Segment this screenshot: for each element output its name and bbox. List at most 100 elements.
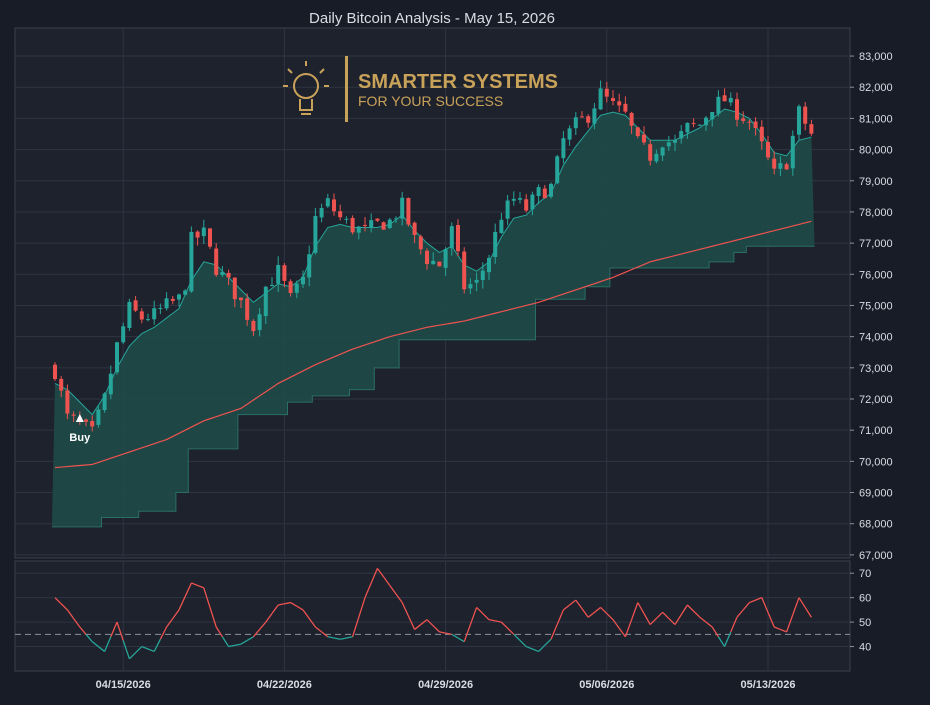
- x-tick-label: 04/22/2026: [257, 679, 312, 691]
- candle-body: [598, 88, 603, 110]
- candle-body: [468, 284, 473, 289]
- candle-body: [803, 106, 808, 124]
- y-tick-label: 81,000: [859, 113, 893, 125]
- candle-body: [604, 88, 609, 97]
- candle-body: [65, 390, 70, 414]
- candle-body: [400, 197, 405, 219]
- y-tick-label: 75,000: [859, 300, 893, 312]
- y-tick-label: 72,000: [859, 394, 893, 406]
- chart-title: Daily Bitcoin Analysis - May 15, 2026: [309, 10, 555, 27]
- x-tick-label: 04/29/2026: [418, 679, 473, 691]
- candle-body: [325, 198, 330, 207]
- candle-body: [381, 222, 386, 230]
- candle-body: [766, 142, 770, 158]
- candle-body: [493, 231, 498, 258]
- y-tick-label: 74,000: [859, 332, 893, 344]
- candle-body: [710, 112, 715, 120]
- candle-body: [437, 261, 442, 267]
- candle-body: [133, 300, 138, 311]
- candle-body: [679, 131, 684, 139]
- candle-body: [635, 127, 640, 136]
- candle-body: [530, 194, 535, 210]
- candle-body: [319, 208, 324, 218]
- candle-body: [474, 279, 479, 283]
- candle-body: [480, 270, 485, 280]
- candle-body: [580, 116, 584, 118]
- candle-body: [90, 421, 95, 427]
- candle-body: [294, 283, 299, 293]
- candle-body: [394, 218, 398, 220]
- candle-body: [313, 216, 318, 253]
- candle-body: [778, 163, 783, 169]
- candle-body: [139, 311, 144, 320]
- candle-body: [59, 378, 64, 391]
- candle-body: [487, 257, 491, 273]
- candle-body: [549, 183, 553, 197]
- candle-body: [623, 103, 628, 112]
- candle-body: [784, 164, 789, 170]
- y-tick-label: 71,000: [859, 425, 893, 437]
- candle-body: [741, 118, 746, 121]
- y-tick-label: 77,000: [859, 238, 893, 250]
- y-tick-label: 73,000: [859, 363, 893, 375]
- candle-body: [257, 314, 262, 331]
- y-tick-label: 67,000: [859, 550, 893, 562]
- logo-line-2: FOR YOUR SUCCESS: [358, 93, 503, 109]
- candle-body: [115, 342, 119, 373]
- candle-body: [499, 219, 504, 233]
- candle-body: [716, 96, 721, 114]
- candle-body: [412, 222, 417, 236]
- candle-body: [747, 121, 752, 123]
- candle-body: [735, 99, 739, 120]
- y-tick-label: 68,000: [859, 519, 893, 531]
- candle-body: [96, 409, 101, 425]
- candle-body: [642, 134, 646, 143]
- candle-body: [654, 153, 659, 162]
- chart-root: 67,000 68,000 69,000 70,000 71,000 72,000 73,0…: [0, 0, 930, 700]
- x-tick-label: 05/13/2026: [740, 679, 795, 691]
- candle-body: [809, 124, 814, 134]
- candle-body: [71, 414, 76, 416]
- candle-body: [282, 265, 287, 281]
- candle-body: [189, 231, 194, 292]
- candle-body: [753, 121, 758, 129]
- candle-body: [797, 106, 801, 135]
- candle-body: [611, 98, 615, 102]
- candle-body: [555, 156, 560, 184]
- candle-body: [332, 199, 336, 212]
- candle-body: [772, 158, 777, 169]
- candle-body: [121, 326, 126, 343]
- candle-body: [201, 227, 206, 237]
- candle-body: [232, 277, 237, 300]
- candle-body: [387, 219, 392, 228]
- candle-body: [505, 200, 510, 219]
- logo-divider: [345, 56, 348, 122]
- candle-body: [629, 112, 634, 126]
- candle-body: [146, 319, 150, 321]
- candle-body: [170, 298, 175, 301]
- candle-body: [84, 419, 88, 422]
- candle-body: [214, 248, 219, 275]
- candle-body: [369, 220, 374, 228]
- candle-body: [375, 218, 380, 221]
- candle-body: [208, 228, 212, 247]
- candle-body: [195, 231, 200, 238]
- candle-body: [660, 147, 665, 156]
- candle-body: [561, 138, 566, 159]
- candle-body: [239, 297, 243, 301]
- y-tick-label: 78,000: [859, 207, 893, 219]
- candle-body: [648, 144, 653, 161]
- candle-body: [704, 117, 708, 126]
- osc-y-tick-label: 50: [859, 617, 871, 629]
- candle-body: [443, 249, 448, 268]
- candle-body: [245, 298, 250, 320]
- candle-body: [617, 101, 622, 106]
- y-tick-label: 70,000: [859, 456, 893, 468]
- osc-y-tick-label: 60: [859, 593, 871, 605]
- candle-body: [673, 140, 677, 143]
- candle-body: [728, 97, 733, 103]
- candle-body: [338, 211, 343, 218]
- candle-body: [220, 271, 225, 275]
- candle-body: [270, 284, 274, 287]
- candle-body: [759, 126, 764, 142]
